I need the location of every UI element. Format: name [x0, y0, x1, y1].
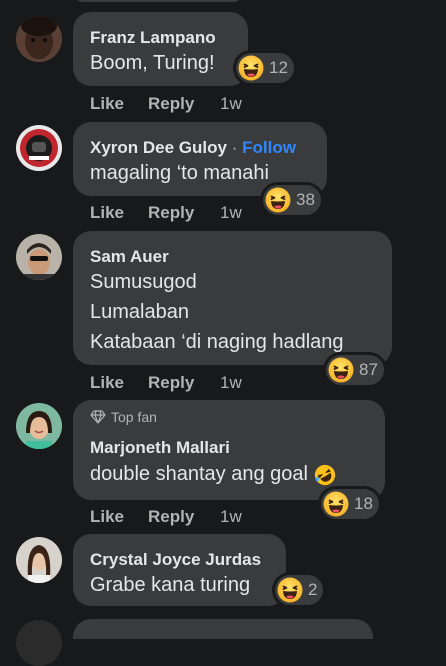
- like-button[interactable]: Like: [90, 203, 124, 223]
- haha-emoji-icon: [323, 491, 349, 517]
- comment-text-row: double shantay ang goal: [90, 463, 336, 486]
- timestamp[interactable]: 1w: [220, 203, 242, 223]
- haha-emoji-icon: [328, 357, 354, 383]
- reply-button[interactable]: Reply: [148, 203, 194, 223]
- reaction-count: 18: [354, 494, 373, 513]
- haha-emoji-icon: [238, 55, 264, 81]
- rofl-emoji-icon: [314, 464, 336, 485]
- avatar-sam[interactable]: [16, 234, 62, 280]
- timestamp[interactable]: 1w: [220, 373, 242, 393]
- reaction-badge[interactable]: 2: [275, 575, 324, 605]
- commenter-name[interactable]: Franz Lampano: [90, 28, 216, 48]
- comment-text-line: Sumusugod: [90, 271, 197, 293]
- reaction-badge[interactable]: 12: [236, 53, 294, 83]
- avatar-crystal[interactable]: [16, 537, 62, 583]
- timestamp[interactable]: 1w: [220, 507, 242, 527]
- reply-button[interactable]: Reply: [148, 507, 194, 527]
- follow-button[interactable]: Follow: [242, 138, 296, 157]
- follow-separator: ·: [231, 138, 238, 157]
- reply-button[interactable]: Reply: [148, 373, 194, 393]
- top-fan-label: Top fan: [111, 409, 157, 425]
- comment-text: Boom, Turing!: [90, 52, 215, 74]
- comment-bubble: Franz Lampano Boom, Turing!: [73, 12, 248, 86]
- haha-emoji-icon: [265, 187, 291, 213]
- reaction-badge[interactable]: 87: [326, 355, 384, 385]
- reaction-count: 2: [308, 580, 318, 599]
- previous-comment-remnant: [73, 0, 243, 2]
- diamond-icon: [90, 410, 106, 424]
- like-button[interactable]: Like: [90, 507, 124, 527]
- like-button[interactable]: Like: [90, 94, 124, 114]
- commenter-name[interactable]: Sam Auer: [90, 247, 169, 267]
- next-comment-avatar-remnant: [16, 620, 62, 666]
- avatar-marjoneth[interactable]: [16, 403, 62, 449]
- haha-emoji-icon: [277, 577, 303, 603]
- comment-bubble: Crystal Joyce Jurdas Grabe kana turing: [73, 534, 286, 606]
- comment-bubble: Top fan Marjoneth Mallari double shantay…: [73, 400, 385, 500]
- commenter-name[interactable]: Marjoneth Mallari: [90, 438, 230, 458]
- reaction-count: 12: [269, 58, 288, 77]
- commenter-name[interactable]: Crystal Joyce Jurdas: [90, 550, 261, 570]
- comment-text-line: Lumalaban: [90, 301, 189, 323]
- reaction-badge[interactable]: 38: [263, 185, 321, 215]
- commenter-name[interactable]: Xyron Dee Guloy: [90, 138, 227, 157]
- next-comment-bubble-remnant: [73, 619, 373, 639]
- top-fan-badge: Top fan: [90, 409, 157, 425]
- commenter-name-row: Xyron Dee Guloy · Follow: [90, 138, 296, 158]
- comment-bubble: Sam Auer Sumusugod Lumalaban Katabaan ‘d…: [73, 231, 392, 365]
- avatar-xyron[interactable]: [16, 125, 62, 171]
- reaction-badge[interactable]: 18: [321, 489, 379, 519]
- avatar-franz[interactable]: [16, 16, 62, 62]
- comment-text: Grabe kana turing: [90, 574, 251, 596]
- reaction-count: 38: [296, 190, 315, 209]
- like-button[interactable]: Like: [90, 373, 124, 393]
- comment-text: magaling ‘to manahi: [90, 162, 269, 184]
- comment-text: double shantay ang goal: [90, 463, 308, 485]
- comment-text-line: Katabaan ‘di naging hadlang: [90, 331, 344, 353]
- timestamp[interactable]: 1w: [220, 94, 242, 114]
- reply-button[interactable]: Reply: [148, 94, 194, 114]
- reaction-count: 87: [359, 360, 378, 379]
